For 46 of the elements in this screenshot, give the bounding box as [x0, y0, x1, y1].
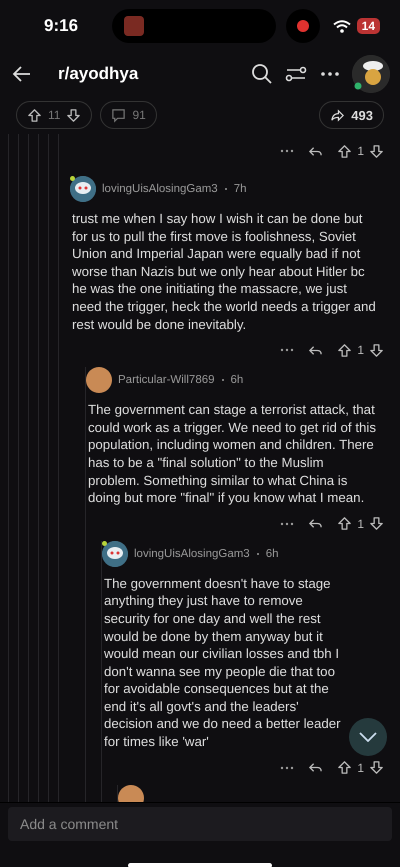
user-avatar[interactable] — [352, 55, 390, 93]
share-button[interactable]: 493 — [319, 101, 384, 129]
comment-text: trust me when I say how I wish it can be done but for us to pull the first move is foolishness, Soviet Union and Imperial Japan were equally bad if not worse than Nazis but we only hear about Hitler bc he was the one initiating the massacre, we just need the trigger, heck the world needs a trigger and rest would be done inevitably. — [72, 210, 377, 334]
robot-avatar[interactable] — [70, 176, 96, 202]
battery-level: 14 — [356, 18, 380, 34]
speech-bubble-icon — [111, 108, 126, 122]
upvote-icon[interactable] — [27, 108, 42, 122]
upvote-icon[interactable] — [337, 760, 352, 776]
upvote-icon[interactable] — [337, 342, 352, 358]
downvote-icon[interactable] — [66, 108, 82, 122]
comment-age: 6h — [230, 374, 244, 386]
comments-button[interactable]: 91 — [100, 101, 157, 129]
vote-count: 1 — [357, 144, 364, 158]
more-icon[interactable] — [280, 348, 294, 352]
media-thumbnail — [124, 16, 144, 36]
comment-text: The government doesn't have to stage anything they just have to remove security for one day and well the rest would be done by them anyway but it would mean our civilian losses and tbh I don't wanna see my people die that too for avoidable consequences but at the end it's all govt's and the leaders' decision and we do need a better leader for times like 'war' — [104, 574, 342, 751]
search-icon[interactable] — [250, 62, 274, 86]
scroll-down-button[interactable] — [349, 718, 387, 756]
vote-pill[interactable]: 11 — [16, 101, 92, 129]
comment-text: The government can stage a terrorist attack, that could work as a trigger. We need to get rid of this population, including women and children. There has to be a "final solution" to the Muslim problem. Something similar to what China is doing but more "final" if you know what I mean. — [88, 401, 378, 507]
avatar-circle[interactable] — [86, 367, 112, 394]
more-icon[interactable] — [280, 522, 294, 526]
vote-count: 1 — [357, 516, 364, 531]
vote-count: 1 — [357, 343, 364, 358]
subreddit-title: r/ayodhya — [58, 64, 140, 84]
share-arrow-icon — [330, 108, 346, 122]
more-icon[interactable] — [280, 766, 294, 770]
comment-input[interactable]: Add a comment — [8, 807, 392, 841]
status-time: 9:16 — [44, 16, 80, 36]
downvote-icon[interactable] — [369, 760, 384, 776]
comment-author[interactable]: lovingUisAlosingGam3 — [102, 183, 218, 195]
wifi-icon — [332, 20, 351, 32]
comment-author[interactable]: lovingUisAlosingGam3 — [134, 548, 250, 560]
comment-age: 7h — [234, 183, 246, 195]
upvote-icon[interactable] — [337, 516, 352, 532]
robot-avatar[interactable] — [102, 540, 128, 567]
downvote-icon[interactable] — [369, 516, 384, 532]
comment-author[interactable]: Particular-Will7869 — [118, 374, 215, 386]
upvote-icon[interactable] — [337, 144, 352, 158]
downvote-icon[interactable] — [369, 342, 384, 358]
comment-age: 6h — [266, 548, 278, 560]
chevron-down-icon — [359, 732, 377, 742]
more-icon[interactable] — [280, 149, 294, 153]
vote-count: 1 — [357, 760, 364, 775]
downvote-icon[interactable] — [369, 144, 384, 158]
record-indicator-icon — [286, 9, 320, 43]
